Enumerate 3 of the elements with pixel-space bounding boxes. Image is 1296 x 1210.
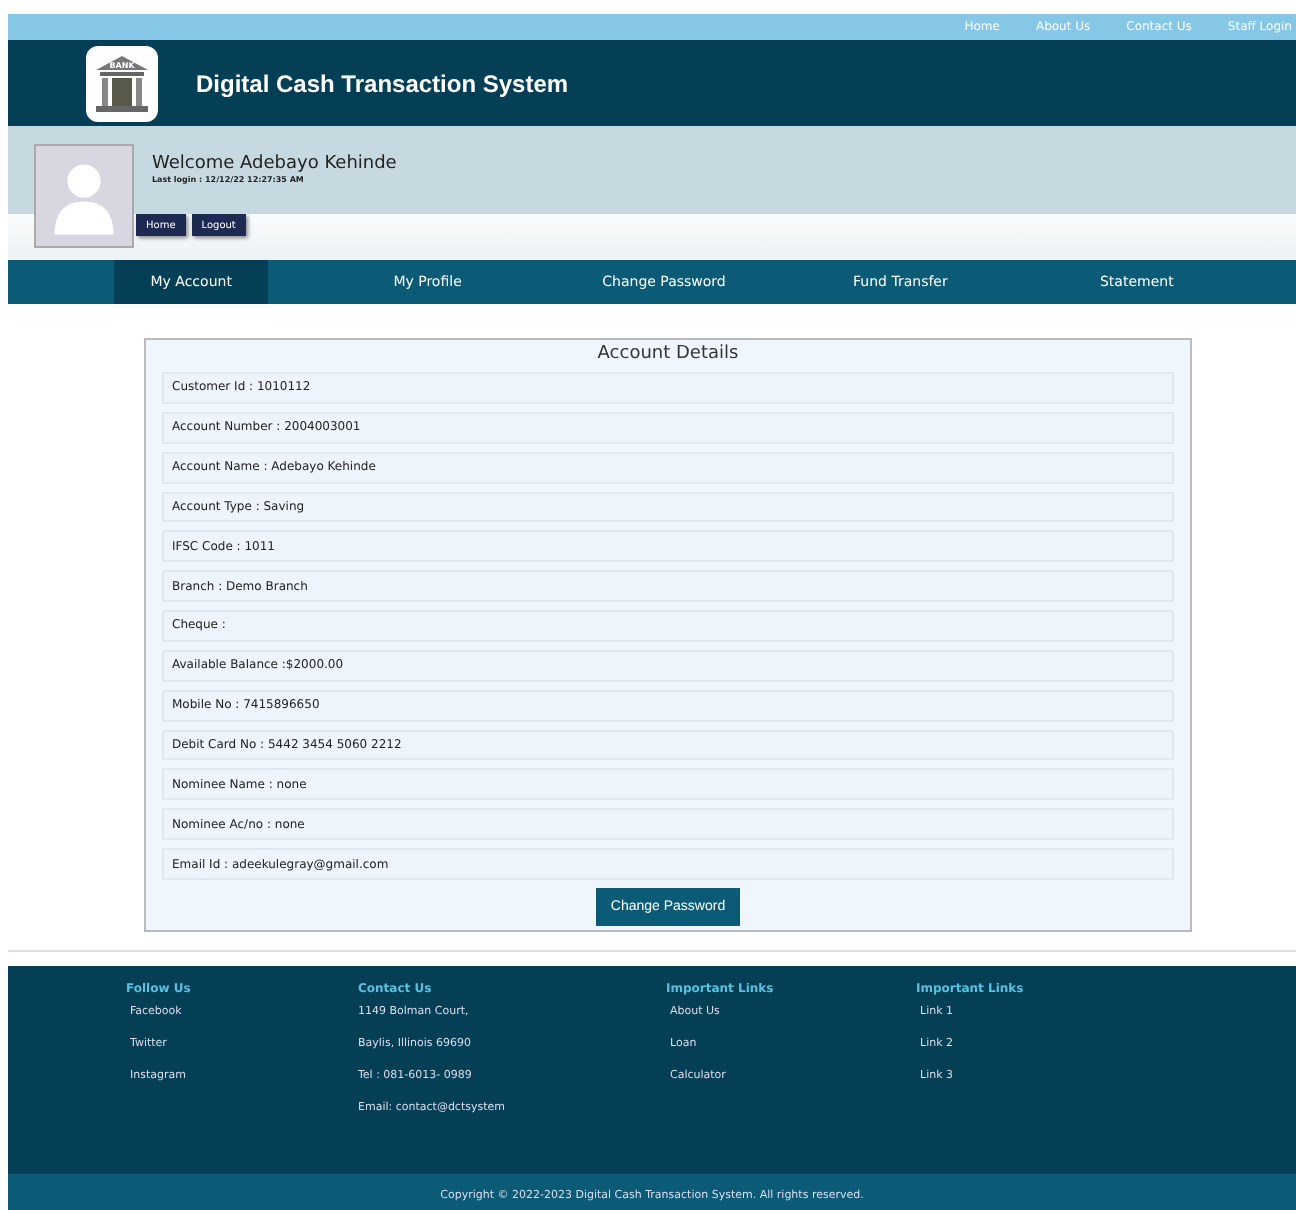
- card-title: Account Details: [595, 344, 741, 364]
- welcome-text: Welcome Adebayo Kehinde: [152, 154, 397, 174]
- site-title: Digital Cash Transaction System: [196, 69, 569, 97]
